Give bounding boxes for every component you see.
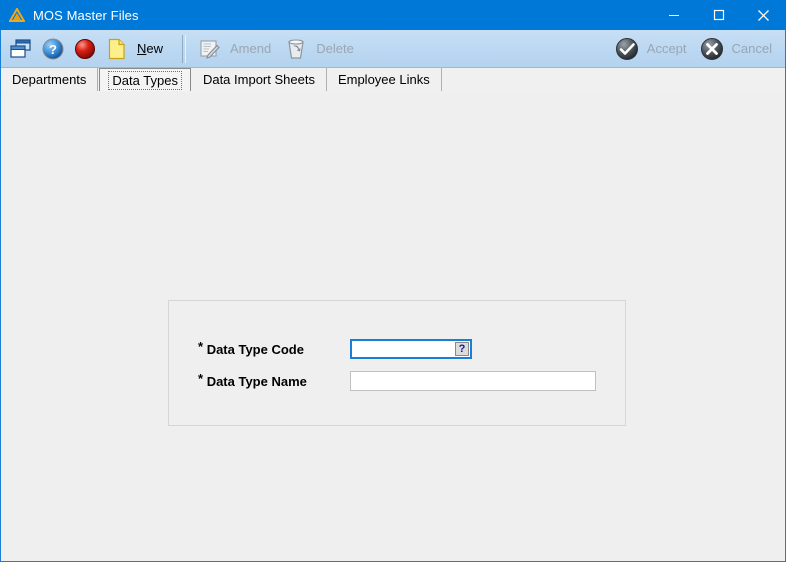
tab-departments[interactable]: Departments bbox=[1, 68, 99, 91]
title-bar: MOS Master Files bbox=[0, 0, 786, 30]
tab-data-import-sheets[interactable]: Data Import Sheets bbox=[191, 68, 327, 91]
data-type-code-lookup-button[interactable]: ? bbox=[455, 342, 469, 356]
data-type-name-label: * Data Type Name bbox=[198, 370, 350, 389]
data-type-form-panel: * Data Type Code ? * Data Type Name bbox=[168, 300, 626, 426]
tab-data-types-label: Data Types bbox=[108, 70, 182, 90]
accept-button-label: Accept bbox=[646, 41, 687, 56]
yellow-page-icon bbox=[104, 36, 130, 62]
svg-text:?: ? bbox=[49, 42, 57, 57]
tab-strip: Departments Data Types Data Import Sheet… bbox=[1, 68, 785, 92]
toolbar: ? New Amend Delete Accept Cancel bbox=[1, 30, 785, 68]
new-button-label: New bbox=[137, 41, 163, 56]
delete-button[interactable]: Delete bbox=[280, 33, 363, 65]
new-accel-key: N bbox=[137, 41, 147, 56]
cascade-windows-button[interactable] bbox=[5, 33, 37, 65]
minimize-button[interactable] bbox=[651, 0, 696, 30]
cancel-button[interactable]: Cancel bbox=[696, 33, 781, 65]
tab-employee-links-label: Employee Links bbox=[337, 72, 430, 87]
content-area: * Data Type Code ? * Data Type Name bbox=[1, 92, 785, 561]
maximize-icon bbox=[713, 9, 725, 21]
accept-check-icon bbox=[614, 36, 640, 62]
recycle-bin-icon bbox=[283, 36, 309, 62]
toolbar-separator bbox=[182, 34, 187, 63]
required-marker: * bbox=[198, 338, 204, 354]
tab-departments-label: Departments bbox=[12, 72, 87, 87]
window-controls bbox=[651, 0, 786, 30]
data-type-code-label-text: Data Type Code bbox=[206, 341, 304, 357]
required-marker: * bbox=[198, 370, 204, 386]
window-title: MOS Master Files bbox=[33, 7, 139, 23]
red-sphere-stop-icon bbox=[72, 36, 98, 62]
tab-data-types[interactable]: Data Types bbox=[99, 68, 191, 91]
new-button[interactable]: New bbox=[101, 33, 172, 65]
accept-button[interactable]: Accept bbox=[611, 33, 696, 65]
form-row-data-type-name: * Data Type Name bbox=[198, 371, 596, 391]
help-button[interactable]: ? bbox=[37, 33, 69, 65]
minimize-icon bbox=[668, 9, 680, 21]
data-type-code-input[interactable] bbox=[350, 339, 472, 359]
close-icon bbox=[757, 9, 770, 22]
form-row-data-type-code: * Data Type Code ? bbox=[198, 339, 472, 359]
delete-button-label: Delete bbox=[316, 41, 354, 56]
data-type-name-input-wrap bbox=[350, 371, 596, 391]
cancel-cross-icon bbox=[699, 36, 725, 62]
amend-button-label: Amend bbox=[230, 41, 272, 56]
triangle-icon bbox=[7, 5, 27, 25]
notepad-pencil-icon bbox=[197, 36, 223, 62]
data-type-code-input-wrap: ? bbox=[350, 339, 472, 359]
data-type-name-input[interactable] bbox=[350, 371, 596, 391]
cancel-button-label: Cancel bbox=[731, 41, 772, 56]
tab-employee-links[interactable]: Employee Links bbox=[326, 68, 442, 91]
amend-button[interactable]: Amend bbox=[194, 33, 280, 65]
stop-button[interactable] bbox=[69, 33, 101, 65]
help-question-icon: ? bbox=[40, 36, 66, 62]
tab-data-import-sheets-label: Data Import Sheets bbox=[202, 72, 315, 87]
maximize-button[interactable] bbox=[696, 0, 741, 30]
cascade-windows-icon bbox=[8, 36, 34, 62]
close-button[interactable] bbox=[741, 0, 786, 30]
data-type-code-label: * Data Type Code bbox=[198, 338, 350, 357]
new-label-rest: ew bbox=[146, 41, 164, 56]
application-window: MOS Master Files ? New Amend Delete Acce… bbox=[0, 0, 786, 562]
data-type-name-label-text: Data Type Name bbox=[206, 373, 307, 389]
